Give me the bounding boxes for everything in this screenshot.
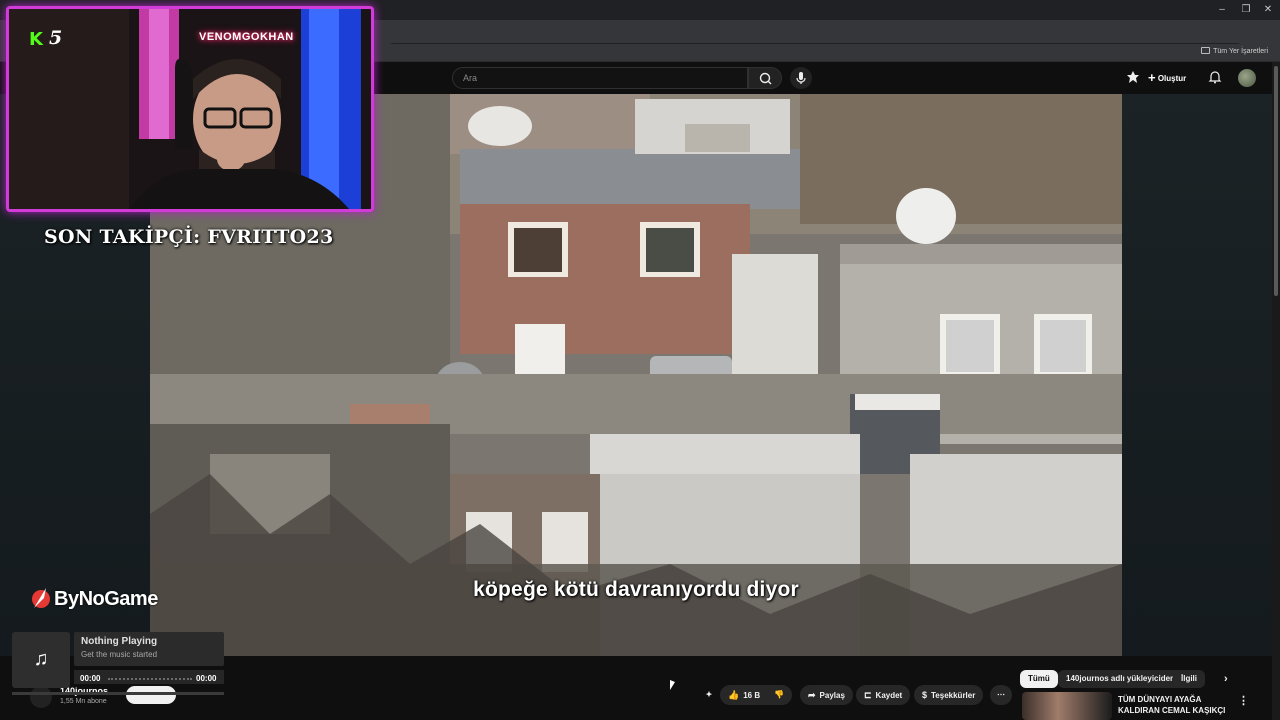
- dislike-button[interactable]: 👎: [766, 685, 792, 705]
- chip-related[interactable]: İlgili: [1173, 670, 1205, 688]
- video-subtitle: köpeğe kötü davranıyordu diyor: [473, 578, 799, 601]
- minimize-icon[interactable]: –: [1210, 2, 1234, 18]
- progress-bar: [12, 692, 224, 695]
- plus-icon: +: [1148, 70, 1156, 85]
- music-note-icon: ♫: [33, 648, 49, 670]
- channel-subscribers: 1,55 Mn abone: [60, 698, 107, 705]
- sparkle-icon: ✦: [705, 690, 713, 699]
- all-bookmarks-folder[interactable]: Tüm Yer İşaretleri: [1201, 47, 1268, 55]
- album-art: ♫: [12, 632, 70, 688]
- share-icon: ➦: [808, 690, 816, 700]
- ask-ai-button[interactable]: ✦: [700, 685, 718, 705]
- track-title: Nothing Playing: [81, 636, 158, 647]
- search-icon: [759, 72, 772, 85]
- more-horizontal-icon: ⋯: [997, 690, 1005, 699]
- progress-track: [108, 678, 192, 680]
- screen: – ❐ ✕ ⌕ ▭ ☆ ⧉ ▯ ⋮ Tüm Yer İşaretleri Ara…: [0, 0, 1280, 720]
- neon-sign: VENOMGOKHAN: [199, 31, 294, 43]
- last-follower-label: SON TAKİPÇİ: FVRITTO23: [44, 226, 334, 248]
- bynogame-logo-icon: [32, 588, 50, 608]
- channel-avatar[interactable]: [30, 686, 52, 708]
- recommended-thumbnail[interactable]: [1022, 692, 1112, 720]
- creator-studio-icon[interactable]: [1126, 70, 1140, 89]
- recommended-menu-icon[interactable]: ⋮: [1230, 692, 1257, 710]
- kick-counter: 5: [49, 27, 63, 49]
- folder-icon: [1201, 47, 1211, 54]
- music-widget: ♫ Nothing Playing Get the music started …: [12, 630, 224, 695]
- sponsor-name: ByNoGame: [54, 588, 158, 610]
- super-thanks-icon: $: [922, 690, 928, 700]
- webcam-feed: [9, 9, 371, 209]
- share-button[interactable]: ➦ Paylaş: [800, 685, 853, 705]
- time-elapsed: 00:00: [80, 674, 101, 683]
- create-button[interactable]: + Oluştur: [1148, 68, 1186, 88]
- notifications-bell-icon[interactable]: [1208, 70, 1222, 89]
- scrollbar-thumb[interactable]: [1274, 66, 1278, 296]
- save-button[interactable]: ⊏ Kaydet: [856, 685, 911, 705]
- account-avatar[interactable]: [1238, 69, 1256, 87]
- subscribe-button[interactable]: [126, 686, 176, 704]
- search-input[interactable]: Ara: [452, 67, 748, 89]
- voice-search-button[interactable]: [790, 67, 812, 89]
- restore-icon[interactable]: ❐: [1234, 2, 1258, 18]
- chip-all[interactable]: Tümü: [1020, 670, 1058, 688]
- chip-from-uploader[interactable]: 140journos adlı yükleyiciden: [1058, 670, 1183, 688]
- ambient-right-pane: [1122, 94, 1272, 656]
- more-actions-button[interactable]: ⋯: [990, 685, 1012, 705]
- thumbs-up-icon: 👍: [728, 690, 740, 700]
- recommended-title[interactable]: TÜM DÜNYAYI AYAĞA KALDIRAN CEMAL KAŞIKÇI…: [1118, 694, 1230, 720]
- bookmark-icon: ⊏: [864, 690, 872, 700]
- like-button[interactable]: 👍 16 B: [720, 685, 767, 705]
- time-total: 00:00: [196, 674, 217, 683]
- microphone-icon: [796, 72, 806, 84]
- mouse-cursor-icon: [670, 680, 675, 690]
- close-icon[interactable]: ✕: [1256, 2, 1280, 18]
- thanks-button[interactable]: $ Teşekkürler: [914, 685, 984, 705]
- webcam-overlay: K 5 VENOMGOKHAN: [6, 6, 374, 212]
- thumbs-down-icon: 👎: [774, 690, 784, 699]
- kick-logo: K: [29, 29, 43, 50]
- search-button[interactable]: [748, 67, 782, 89]
- track-subtitle: Get the music started: [81, 650, 158, 659]
- chip-next-arrow-icon[interactable]: ›: [1216, 670, 1236, 688]
